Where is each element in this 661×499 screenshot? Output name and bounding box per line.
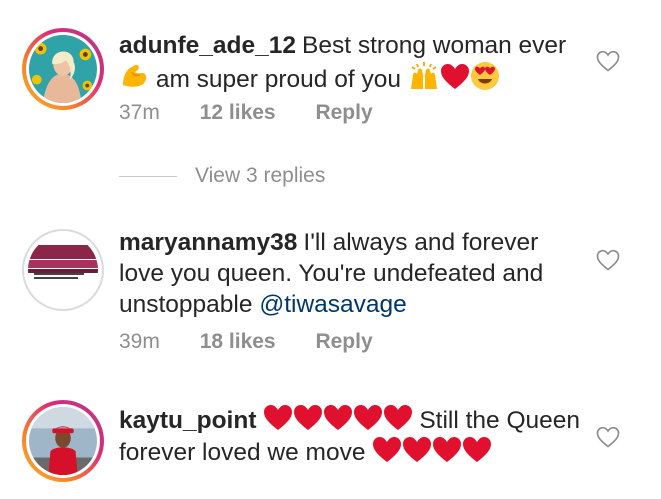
comment-body: kaytu_point Still the Queen forever love… [119, 404, 589, 468]
raising-hands-emoji [408, 61, 440, 91]
red-heart-emoji [372, 436, 402, 464]
reply-button[interactable]: Reply [315, 330, 372, 353]
comment-body: adunfe_ade_12 Best strong woman ever am s… [119, 30, 589, 95]
like-button[interactable] [596, 249, 620, 271]
comments-list: adunfe_ade_12 Best strong woman ever am s… [0, 0, 661, 499]
comment-meta: 37m 12 likes Reply [119, 101, 407, 125]
comment-body: maryannamy38 I'll always and forever love… [119, 227, 589, 320]
red-heart-emoji [432, 436, 462, 464]
view-replies-label: View 3 replies [195, 164, 326, 187]
red-heart-emoji [383, 404, 413, 432]
divider-line [119, 175, 177, 177]
flexed-biceps-emoji [119, 61, 149, 91]
heart-outline-icon [596, 426, 620, 448]
red-heart-emoji [323, 404, 353, 432]
comment-time: 39m [119, 330, 160, 353]
avatar-photo [29, 407, 97, 475]
red-heart-emoji [353, 404, 383, 432]
heart-outline-icon [596, 249, 620, 271]
like-button[interactable] [596, 50, 620, 72]
red-heart-emoji [402, 436, 432, 464]
comment-likes[interactable]: 18 likes [200, 330, 276, 353]
red-heart-emoji [263, 404, 293, 432]
avatar[interactable] [22, 28, 104, 110]
comment-username[interactable]: kaytu_point [119, 407, 257, 434]
avatar-photo [29, 35, 97, 103]
avatar[interactable] [22, 229, 104, 311]
red-heart-emoji [293, 404, 323, 432]
heart-outline-icon [596, 50, 620, 72]
comment-username[interactable]: maryannamy38 [119, 229, 297, 256]
avatar[interactable] [22, 400, 104, 482]
heart-eyes-emoji [470, 61, 500, 91]
mention-link[interactable]: @tiwasavage [259, 291, 406, 318]
comment-meta: 39m 18 likes Reply [119, 330, 407, 354]
view-replies-button[interactable]: View 3 replies [119, 164, 325, 188]
like-button[interactable] [596, 426, 620, 448]
red-heart-emoji [440, 63, 470, 91]
comment-text: Best strong woman ever [302, 32, 567, 59]
reply-button[interactable]: Reply [315, 101, 372, 124]
avatar-photo [28, 235, 98, 305]
comment-username[interactable]: adunfe_ade_12 [119, 32, 296, 59]
comment-text-cont: am super proud of you [155, 66, 401, 93]
comment-time: 37m [119, 101, 160, 124]
red-heart-emoji [462, 436, 492, 464]
comment-likes[interactable]: 12 likes [200, 101, 276, 124]
